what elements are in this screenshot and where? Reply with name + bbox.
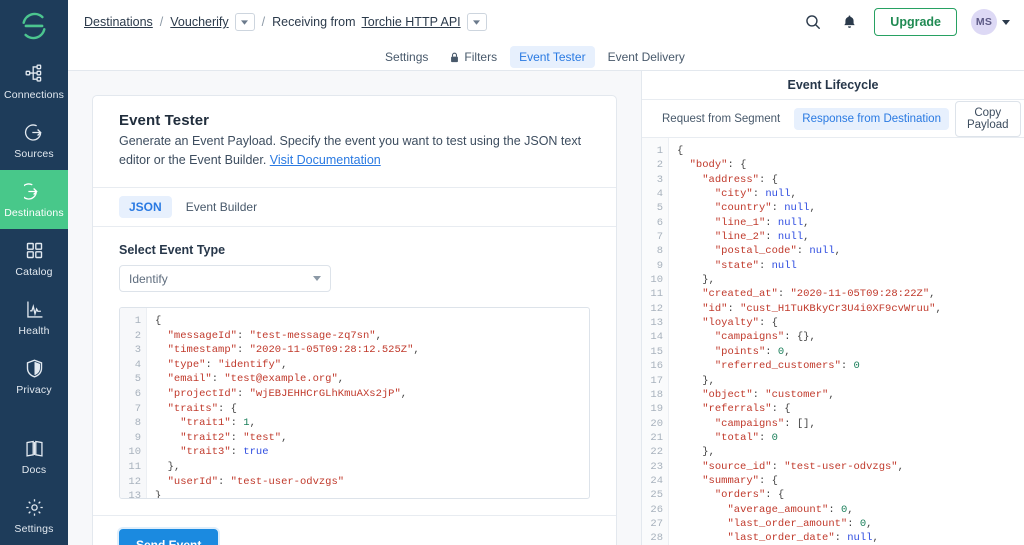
sidebar-item-label: Connections (4, 89, 64, 101)
sidebar-item-label: Health (18, 325, 49, 337)
top-bar-actions: Upgrade MS (802, 8, 1010, 36)
sidebar-item-sources[interactable]: Sources (0, 111, 68, 170)
catalog-grid-icon (24, 240, 45, 261)
destinations-arrow-icon (24, 181, 45, 202)
event-tester-description: Generate an Event Payload. Specify the e… (119, 132, 590, 170)
chevron-down-icon (241, 20, 248, 25)
chevron-down-icon (313, 276, 321, 281)
sidebar-item-privacy[interactable]: Privacy (0, 347, 68, 406)
breadcrumb-voucherify-dropdown[interactable] (235, 13, 255, 31)
sidebar-item-label: Sources (14, 148, 54, 160)
chevron-down-icon (1002, 20, 1010, 25)
editor-line-numbers: 12345678910111213 (120, 308, 147, 498)
notification-bell-icon (842, 14, 857, 30)
visit-documentation-link[interactable]: Visit Documentation (270, 153, 381, 167)
breadcrumb-voucherify[interactable]: Voucherify (170, 15, 228, 29)
app-root: Connections Sources Destinations Catalog (0, 0, 1024, 545)
notifications-button[interactable] (838, 11, 860, 33)
user-menu-caret (1002, 20, 1010, 25)
editor-code[interactable]: { "messageId": "test-message-zq7sn", "ti… (147, 308, 589, 498)
user-menu[interactable]: MS (971, 9, 1010, 35)
event-tester-card: Event Tester Generate an Event Payload. … (92, 95, 617, 545)
settings-gear-icon (24, 497, 45, 518)
tab-request-from-segment[interactable]: Request from Segment (654, 108, 788, 130)
event-lifecycle-pane: Event Lifecycle Request from Segment Res… (641, 71, 1024, 545)
sidebar-item-connections[interactable]: Connections (0, 52, 68, 111)
sidebar-item-label: Catalog (15, 266, 52, 278)
copy-payload-button[interactable]: Copy Payload (955, 101, 1021, 137)
sidebar-item-label: Settings (14, 523, 53, 535)
tab-event-tester[interactable]: Event Tester (510, 46, 594, 68)
event-lifecycle-title: Event Lifecycle (642, 71, 1024, 100)
search-button[interactable] (802, 11, 824, 33)
chevron-down-icon (473, 20, 480, 25)
mode-event-builder[interactable]: Event Builder (176, 196, 267, 218)
upgrade-button[interactable]: Upgrade (874, 8, 957, 36)
health-chart-icon (24, 299, 45, 320)
sidebar-item-docs[interactable]: Docs (0, 427, 68, 486)
docs-book-icon (24, 438, 45, 459)
search-icon (805, 14, 821, 30)
event-type-select[interactable]: Identify (119, 265, 331, 292)
event-type-value: Identify (129, 272, 168, 286)
tab-label: Event Delivery (608, 50, 685, 64)
sidebar-spacer (0, 406, 68, 427)
editor-mode-tabs: JSON Event Builder (93, 188, 616, 227)
tab-label: Settings (385, 50, 428, 64)
sidebar-item-health[interactable]: Health (0, 288, 68, 347)
sidebar: Connections Sources Destinations Catalog (0, 0, 68, 545)
privacy-shield-icon (24, 358, 45, 379)
sources-arrow-icon (24, 122, 45, 143)
mode-json[interactable]: JSON (119, 196, 172, 218)
select-event-type-label: Select Event Type (119, 243, 590, 257)
breadcrumb-receiving-from: Receiving from (272, 15, 355, 29)
top-bar: Destinations / Voucherify / Receiving fr… (68, 0, 1024, 44)
sidebar-item-settings[interactable]: Settings (0, 486, 68, 545)
tab-response-from-destination[interactable]: Response from Destination (794, 108, 949, 130)
segment-logo[interactable] (0, 0, 68, 52)
event-tester-body: Select Event Type Identify 1234567891011… (93, 227, 616, 499)
tab-label: Filters (464, 50, 497, 64)
content-area: Event Tester Generate an Event Payload. … (68, 71, 1024, 545)
main-area: Destinations / Voucherify / Receiving fr… (68, 0, 1024, 545)
sidebar-item-label: Docs (22, 464, 47, 476)
event-tester-pane: Event Tester Generate an Event Payload. … (68, 71, 641, 545)
lock-icon (450, 52, 459, 63)
breadcrumb-separator: / (159, 15, 164, 29)
tab-filters[interactable]: Filters (441, 46, 506, 68)
breadcrumb: Destinations / Voucherify / Receiving fr… (84, 13, 487, 31)
breadcrumb-source-dropdown[interactable] (467, 13, 487, 31)
breadcrumb-destinations[interactable]: Destinations (84, 15, 153, 29)
sidebar-item-catalog[interactable]: Catalog (0, 229, 68, 288)
json-payload-editor[interactable]: 12345678910111213 { "messageId": "test-m… (119, 307, 590, 499)
connections-icon (24, 63, 45, 84)
page-tabs: Settings Filters Event Tester Event Deli… (68, 44, 1024, 71)
tab-settings[interactable]: Settings (376, 46, 437, 68)
breadcrumb-source[interactable]: Torchie HTTP API (362, 15, 461, 29)
page-title: Event Tester (119, 112, 590, 129)
event-tester-footer: Send Event (93, 515, 616, 545)
viewer-line-numbers: 1234567891011121314151617181920212223242… (642, 138, 669, 545)
event-lifecycle-tabs: Request from Segment Response from Desti… (642, 100, 1024, 138)
tab-label: Event Tester (519, 50, 585, 64)
viewer-code: { "body": { "address": { "city": null, "… (669, 138, 1024, 545)
sidebar-item-label: Destinations (4, 207, 64, 219)
sidebar-item-label: Privacy (16, 384, 51, 396)
sidebar-item-destinations[interactable]: Destinations (0, 170, 68, 229)
avatar: MS (971, 9, 997, 35)
tab-event-delivery[interactable]: Event Delivery (599, 46, 694, 68)
segment-logo-icon (19, 11, 49, 41)
breadcrumb-separator-2: / (261, 15, 266, 29)
send-event-button[interactable]: Send Event (119, 529, 218, 545)
response-payload-viewer[interactable]: 1234567891011121314151617181920212223242… (642, 138, 1024, 545)
event-tester-header: Event Tester Generate an Event Payload. … (93, 96, 616, 188)
